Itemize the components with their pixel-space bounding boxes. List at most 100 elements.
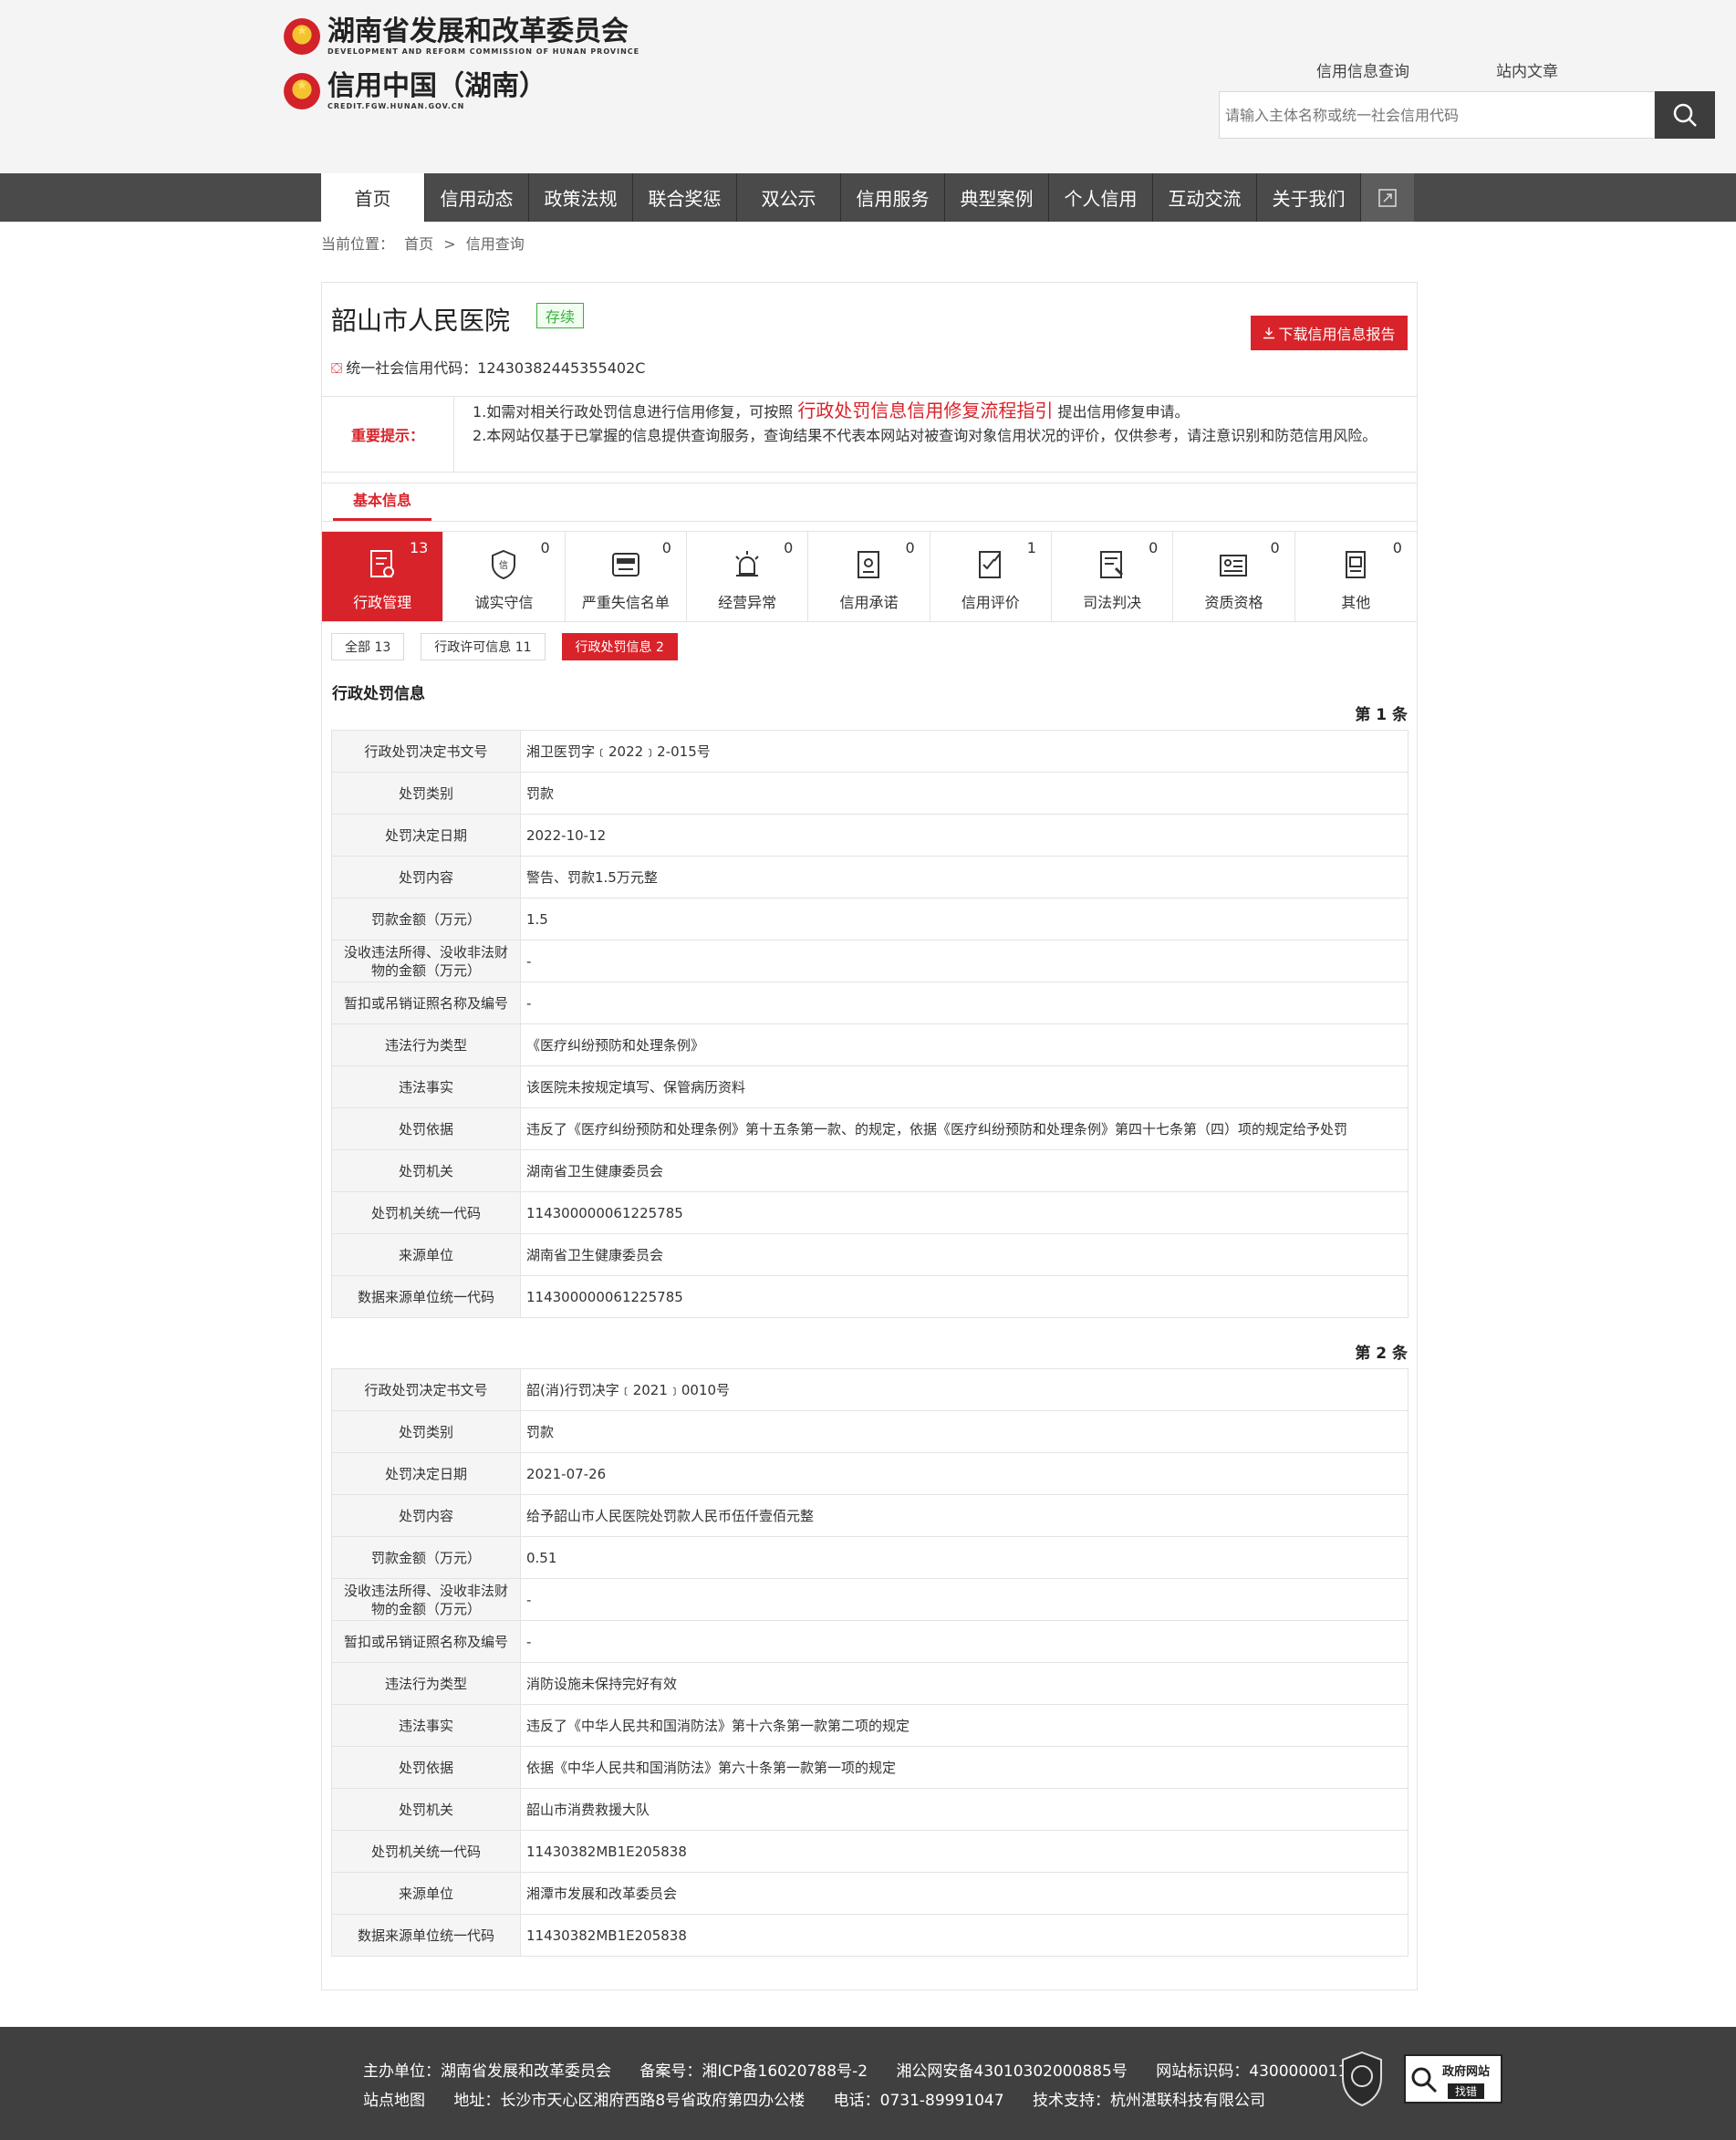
table-row: 处罚内容 给予韶山市人民医院处罚款人民币伍仟壹佰元整 bbox=[331, 1494, 1409, 1537]
breadcrumb-prefix: 当前位置： bbox=[321, 235, 395, 253]
expand-icon bbox=[1378, 188, 1397, 207]
category-credit-commitment[interactable]: 0 信用承诺 bbox=[808, 532, 930, 621]
table-row: 处罚依据 违反了《医疗纠纷预防和处理条例》第十五条第一款、的规定，依据《医疗纠纷预… bbox=[331, 1107, 1409, 1150]
category-count: 0 bbox=[1149, 539, 1159, 556]
nav-cases[interactable]: 典型案例 bbox=[945, 173, 1049, 222]
nav-rewards-penalties[interactable]: 联合奖惩 bbox=[633, 173, 737, 222]
row-value: - bbox=[520, 940, 1409, 982]
row-value: 《医疗纠纷预防和处理条例》 bbox=[520, 1023, 1409, 1066]
row-key: 处罚类别 bbox=[331, 772, 521, 815]
table-row: 数据来源单位统一代码 11430382MB1E205838 bbox=[331, 1914, 1409, 1957]
commitment-icon bbox=[858, 551, 880, 578]
alarm-icon bbox=[735, 551, 759, 577]
category-count: 0 bbox=[540, 539, 550, 556]
nav-credit-service[interactable]: 信用服务 bbox=[841, 173, 945, 222]
category-label: 诚实守信 bbox=[474, 594, 534, 611]
admin-document-icon bbox=[370, 550, 395, 577]
filter-admin-penalty[interactable]: 行政处罚信息 2 bbox=[561, 633, 678, 660]
nav-home[interactable]: 首页 bbox=[321, 173, 425, 222]
badge-sub: 找错 bbox=[1448, 2083, 1485, 2099]
section-title: 行政处罚信息 bbox=[332, 685, 425, 703]
row-key: 来源单位 bbox=[331, 1233, 521, 1276]
table-row: 处罚机关 韶山市消费救援大队 bbox=[331, 1788, 1409, 1831]
notice-line1-post: 提出信用修复申请。 bbox=[1057, 403, 1190, 421]
row-value: 韶山市消费救援大队 bbox=[520, 1788, 1409, 1831]
category-admin-management[interactable]: 13 行政管理 bbox=[322, 532, 444, 621]
row-value: 2021-07-26 bbox=[520, 1452, 1409, 1495]
category-count: 0 bbox=[1392, 539, 1402, 556]
category-blacklist[interactable]: 0 严重失信名单 bbox=[566, 532, 687, 621]
download-report-button[interactable]: 下载信用信息报告 bbox=[1251, 316, 1408, 350]
row-key: 违法事实 bbox=[331, 1704, 521, 1747]
footer-icp[interactable]: 备案号：湘ICP备16020788号-2 bbox=[639, 2062, 868, 2081]
category-tabs: 13 行政管理 0 信 诚实守信 0 严重失信名单 0 经营异常 0 信用承诺 … bbox=[321, 531, 1418, 622]
nav-personal-credit[interactable]: 个人信用 bbox=[1049, 173, 1153, 222]
category-honesty[interactable]: 0 信 诚实守信 bbox=[443, 532, 566, 621]
download-report-label: 下载信用信息报告 bbox=[1278, 326, 1396, 343]
row-key: 处罚内容 bbox=[331, 1494, 521, 1537]
footer-site-id: 网站标识码：4300000011 bbox=[1156, 2062, 1348, 2081]
record-number: 第 2 条 bbox=[1355, 1345, 1408, 1363]
nav-about[interactable]: 关于我们 bbox=[1257, 173, 1361, 222]
nav-credit-news[interactable]: 信用动态 bbox=[425, 173, 529, 222]
nav-extra-button[interactable] bbox=[1361, 173, 1414, 222]
table-row: 行政处罚决定书文号 韶(消)行罚决字﹝2021﹞0010号 bbox=[331, 1368, 1409, 1411]
row-key: 处罚类别 bbox=[331, 1410, 521, 1453]
record-number: 第 1 条 bbox=[1355, 706, 1408, 724]
table-row: 处罚类别 罚款 bbox=[331, 1410, 1409, 1453]
row-value: 违反了《医疗纠纷预防和处理条例》第十五条第一款、的规定，依据《医疗纠纷预防和处理… bbox=[520, 1107, 1409, 1150]
search-button[interactable] bbox=[1655, 91, 1715, 139]
nav-interaction[interactable]: 互动交流 bbox=[1153, 173, 1257, 222]
tab-basic-info[interactable]: 基本信息 bbox=[333, 483, 431, 521]
notice-line2: 2.本网站仅基于已掌握的信息提供查询服务，查询结果不代表本网站对被查询对象信用状… bbox=[473, 427, 1377, 444]
breadcrumb-current[interactable]: 信用查询 bbox=[466, 235, 525, 253]
row-key: 数据来源单位统一代码 bbox=[331, 1914, 521, 1957]
row-key: 处罚机关 bbox=[331, 1149, 521, 1192]
evaluation-icon bbox=[978, 551, 1001, 578]
table-row: 没收违法所得、没收非法财物的金额（万元） - bbox=[331, 1578, 1409, 1621]
category-other[interactable]: 0 其他 bbox=[1295, 532, 1417, 621]
row-key: 违法行为类型 bbox=[331, 1023, 521, 1066]
category-label: 司法判决 bbox=[1083, 594, 1142, 611]
breadcrumb: 当前位置： 首页 > 信用查询 bbox=[321, 232, 530, 254]
category-judicial[interactable]: 0 司法判决 bbox=[1052, 532, 1174, 621]
row-value: 违反了《中华人民共和国消防法》第十六条第一款第二项的规定 bbox=[520, 1704, 1409, 1747]
category-count: 0 bbox=[1270, 539, 1280, 556]
row-key: 没收违法所得、没收非法财物的金额（万元） bbox=[331, 1578, 521, 1621]
main-content: 韶山市人民医院 存续 ⛋ 统一社会信用代码：12430382445355402C … bbox=[321, 282, 1418, 1990]
row-value: 消防设施未保持完好有效 bbox=[520, 1662, 1409, 1705]
footer-phone: 电话：0731-89991047 bbox=[833, 2092, 1004, 2110]
nav-double-publicity[interactable]: 双公示 bbox=[737, 173, 841, 222]
footer-sitemap-link[interactable]: 站点地图 bbox=[363, 2092, 425, 2110]
row-key: 处罚机关统一代码 bbox=[331, 1830, 521, 1873]
row-value: 韶(消)行罚决字﹝2021﹞0010号 bbox=[520, 1368, 1409, 1411]
row-value: 依据《中华人民共和国消防法》第六十条第一款第一项的规定 bbox=[520, 1746, 1409, 1789]
gov-site-error-badge[interactable]: 政府网站 找错 bbox=[1404, 2054, 1502, 2104]
filter-admin-license[interactable]: 行政许可信息 11 bbox=[421, 633, 546, 660]
logo-drc[interactable]: 湖南省发展和改革委员会 DEVELOPMENT AND REFORM COMMI… bbox=[284, 16, 639, 56]
breadcrumb-home[interactable]: 首页 bbox=[404, 235, 433, 253]
category-credit-evaluation[interactable]: 1 信用评价 bbox=[930, 532, 1052, 621]
table-row: 罚款金额（万元） 1.5 bbox=[331, 898, 1409, 940]
nav-policies[interactable]: 政策法规 bbox=[529, 173, 633, 222]
party-gov-badge-icon[interactable] bbox=[1339, 2051, 1385, 2107]
category-abnormal-operation[interactable]: 0 经营异常 bbox=[687, 532, 809, 621]
filter-all[interactable]: 全部 13 bbox=[331, 633, 405, 660]
row-key: 处罚依据 bbox=[331, 1107, 521, 1150]
category-count: 0 bbox=[784, 539, 794, 556]
footer-police-record[interactable]: 湘公网安备43010302000885号 bbox=[896, 2062, 1127, 2081]
credit-repair-guide-link[interactable]: 行政处罚信息信用修复流程指引 bbox=[797, 400, 1053, 421]
row-value: 114300000061225785 bbox=[520, 1191, 1409, 1234]
table-row: 数据来源单位统一代码 114300000061225785 bbox=[331, 1275, 1409, 1318]
row-value: 2022-10-12 bbox=[520, 814, 1409, 857]
table-row: 处罚决定日期 2021-07-26 bbox=[331, 1452, 1409, 1495]
logo-credit-hunan[interactable]: 信用中国（湖南） CREDIT.FGW.HUNAN.GOV.CN bbox=[284, 71, 546, 110]
search-tab-credit[interactable]: 信用信息查询 bbox=[1316, 58, 1409, 98]
search-input[interactable] bbox=[1220, 92, 1603, 138]
row-value: 该医院未按规定填写、保管病历资料 bbox=[520, 1065, 1409, 1108]
search-tab-articles[interactable]: 站内文章 bbox=[1496, 58, 1558, 81]
search-tabs: 信用信息查询 站内文章 bbox=[1316, 58, 1645, 98]
table-row: 违法事实 违反了《中华人民共和国消防法》第十六条第一款第二项的规定 bbox=[331, 1704, 1409, 1747]
row-key: 罚款金额（万元） bbox=[331, 898, 521, 940]
category-qualification[interactable]: 0 资质资格 bbox=[1173, 532, 1295, 621]
